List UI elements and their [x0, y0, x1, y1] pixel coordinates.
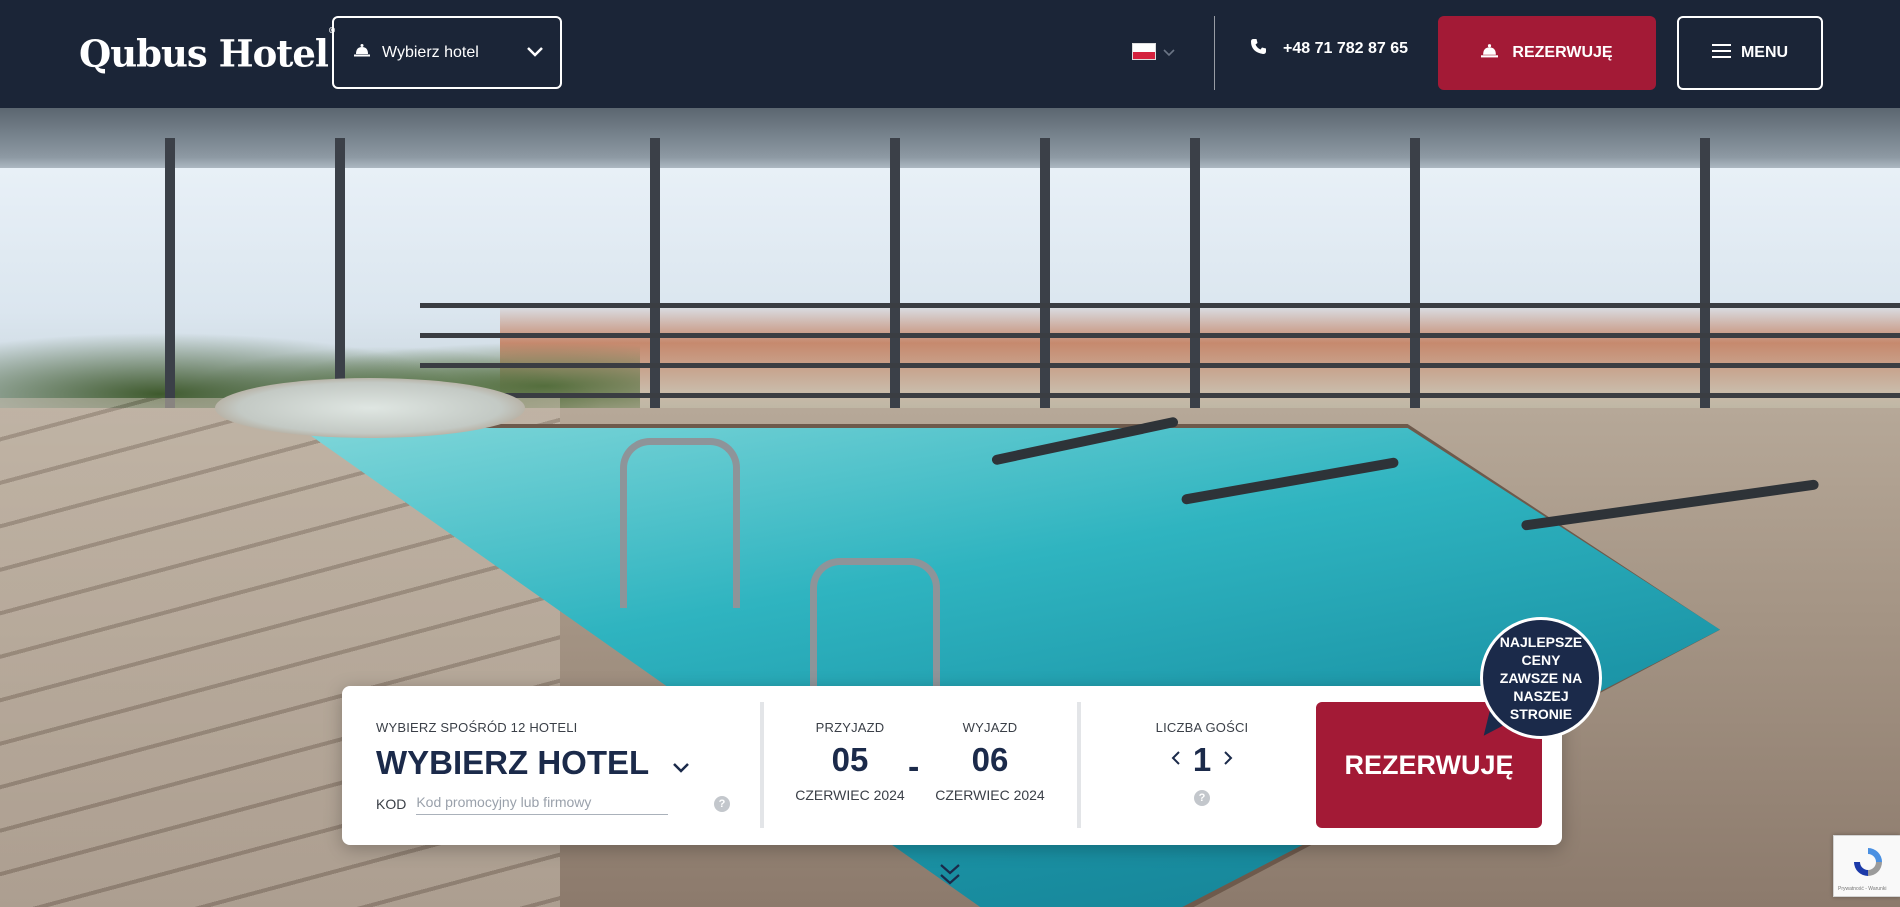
hotel-select-dropdown[interactable]: Wybierz hotel — [332, 16, 562, 89]
menu-button[interactable]: MENU — [1677, 16, 1823, 90]
departure-day: 06 — [971, 741, 1009, 778]
arrival-day: 05 — [831, 741, 869, 778]
railing — [420, 303, 1900, 308]
promo-code-input[interactable] — [416, 792, 669, 815]
promo-code-row: KOD — [376, 792, 669, 815]
phone-link[interactable]: +48 71 782 87 65 — [1250, 38, 1408, 60]
hotel-picker[interactable]: WYBIERZ SPOŚRÓD 12 HOTELI WYBIERZ HOTEL — [376, 720, 736, 781]
hotel-caption: WYBIERZ SPOŚRÓD 12 HOTELI — [376, 720, 578, 735]
railing — [420, 363, 1900, 368]
chevron-right-icon[interactable] — [1223, 750, 1233, 771]
book-now-label: REZERWUJĘ — [1512, 44, 1613, 61]
menu-label: MENU — [1740, 44, 1789, 61]
railing — [420, 393, 1900, 398]
promo-code-label: KOD — [376, 795, 407, 812]
hamburger-icon — [1711, 43, 1731, 63]
date-separator: - — [908, 748, 920, 786]
help-icon[interactable]: ? — [714, 796, 730, 812]
language-flag[interactable] — [1132, 43, 1156, 60]
scroll-down-icon[interactable] — [938, 862, 962, 893]
guest-count: LICZBA GOŚCI 1 — [1132, 720, 1272, 779]
departure-date[interactable]: WYJAZD 06 CZERWIEC 2024 — [920, 720, 1060, 803]
book-submit-label: REZERWUJĘ — [1344, 749, 1514, 780]
recaptcha-badge[interactable]: Prywatność - Warunki — [1833, 835, 1900, 897]
divider — [760, 702, 764, 828]
chevron-down-icon[interactable] — [672, 760, 690, 778]
best-price-badge: NAJLEPSZE CENY ZAWSZE NA NASZEJ STRONIE — [1480, 617, 1602, 739]
arrival-label: PRZYJAZD — [815, 720, 885, 735]
arrival-date[interactable]: PRZYJAZD 05 CZERWIEC 2024 — [780, 720, 920, 803]
pool-ladder — [620, 438, 740, 608]
badge-text: NAJLEPSZE CENY ZAWSZE NA NASZEJ STRONIE — [1499, 634, 1583, 722]
recaptcha-text: Prywatność - Warunki — [1838, 886, 1887, 892]
bell-icon — [354, 43, 370, 62]
arrival-month: CZERWIEC 2024 — [795, 787, 905, 803]
chevron-left-icon[interactable] — [1171, 750, 1181, 771]
hot-tub — [215, 378, 525, 438]
help-icon[interactable]: ? — [1194, 790, 1210, 806]
recaptcha-icon — [1850, 844, 1886, 885]
booking-widget: WYBIERZ SPOŚRÓD 12 HOTELI WYBIERZ HOTEL … — [342, 686, 1562, 845]
railing — [420, 333, 1900, 338]
chevron-down-icon[interactable] — [1163, 44, 1175, 62]
book-now-button[interactable]: REZERWUJĘ — [1438, 16, 1656, 90]
logo-text: Qubus Hotel — [79, 31, 329, 76]
phone-icon — [1250, 38, 1267, 60]
phone-number: +48 71 782 87 65 — [1283, 40, 1409, 57]
bell-icon — [1481, 43, 1499, 63]
logo[interactable]: Qubus Hotel® — [79, 24, 336, 79]
hotel-value: WYBIERZ HOTEL — [376, 744, 650, 781]
departure-month: CZERWIEC 2024 — [935, 787, 1045, 803]
hotel-select-label: Wybierz hotel — [382, 43, 479, 61]
divider — [1214, 16, 1215, 90]
chevron-down-icon — [526, 44, 544, 62]
departure-label: WYJAZD — [962, 720, 1018, 735]
site-header: Qubus Hotel® Wybierz hotel +48 71 782 87… — [0, 0, 1900, 108]
divider — [1077, 702, 1081, 828]
guests-count: 1 — [1192, 741, 1212, 778]
guests-label: LICZBA GOŚCI — [1155, 720, 1249, 735]
